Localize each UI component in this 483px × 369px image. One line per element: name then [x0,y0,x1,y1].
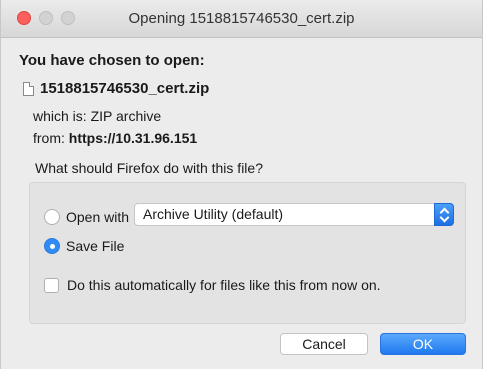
file-type-value: ZIP archive [90,108,162,124]
save-file-radio[interactable] [44,238,60,254]
chevron-up-down-icon[interactable] [434,203,454,226]
file-source-value: https://10.31.96.151 [68,130,198,146]
open-with-app-select[interactable]: Archive Utility (default) [134,203,454,226]
ok-button[interactable]: OK [380,333,466,355]
auto-action-checkbox[interactable] [44,277,59,293]
save-file-option[interactable]: Save File [44,238,124,254]
file-source-line: from: https://10.31.96.151 [33,130,197,146]
file-type-line: which is: ZIP archive [33,108,161,124]
open-with-app-value: Archive Utility (default) [143,206,284,222]
title-bar[interactable]: Opening 1518815746530_cert.zip [1,0,482,38]
file-row: 1518815746530_cert.zip [23,80,209,97]
auto-action-label[interactable]: Do this automatically for files like thi… [67,277,381,293]
open-with-option[interactable]: Open with [44,209,129,225]
document-icon [23,81,34,96]
action-question: What should Firefox do with this file? [35,160,263,176]
file-type-label: which is: [33,108,91,124]
file-name: 1518815746530_cert.zip [40,80,210,97]
open-with-label[interactable]: Open with [66,209,129,225]
auto-action-option[interactable]: Do this automatically for files like thi… [44,277,381,293]
dialog-window: Opening 1518815746530_cert.zip You have … [0,0,483,369]
dialog-content: You have chosen to open: 1518815746530_c… [1,38,482,369]
cancel-button[interactable]: Cancel [280,333,368,355]
open-with-radio[interactable] [44,209,60,225]
window-title: Opening 1518815746530_cert.zip [128,10,355,27]
action-options-group: Open with Archive Utility (default) Save… [29,182,466,324]
save-file-label[interactable]: Save File [66,238,124,254]
file-source-label: from: [33,130,69,146]
dialog-heading: You have chosen to open: [19,52,205,69]
